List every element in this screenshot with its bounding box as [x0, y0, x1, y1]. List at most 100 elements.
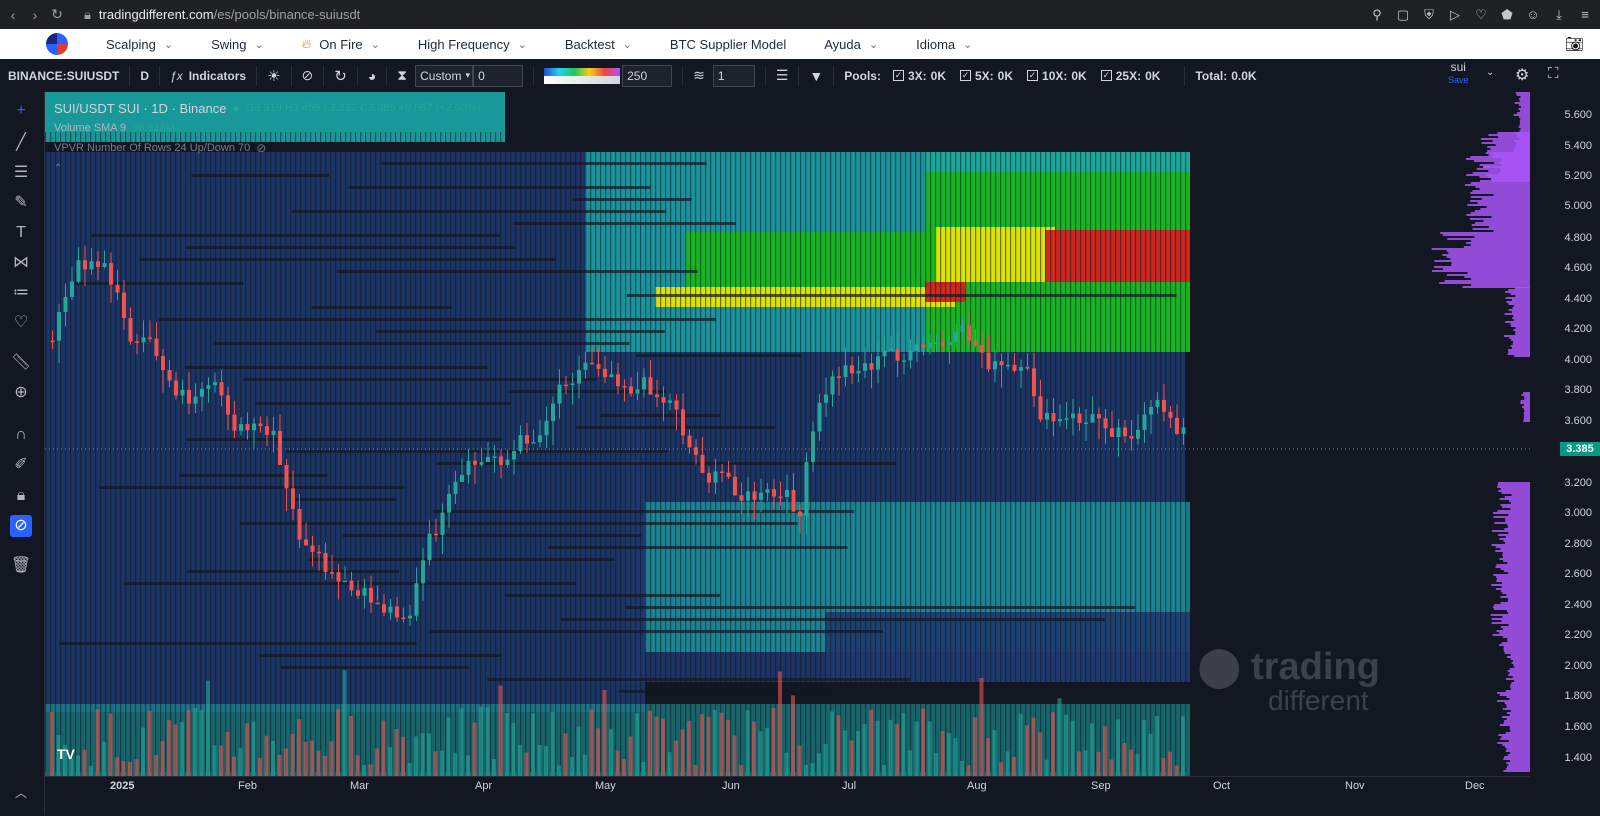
- volume-bar: [303, 741, 308, 776]
- play-icon[interactable]: ▷: [1448, 7, 1462, 23]
- layers-input[interactable]: 1: [712, 64, 755, 87]
- chart-pane[interactable]: ⬤ trading different TV: [45, 92, 1530, 776]
- volume-profile-bar: [1440, 232, 1530, 234]
- text-icon[interactable]: T: [10, 222, 32, 244]
- layout-menu[interactable]: sui Save: [1448, 61, 1469, 87]
- pool-3x-checkbox[interactable]: ✓ 3X: 0K: [892, 69, 946, 83]
- time-axis[interactable]: 2025 Feb Mar Apr May Jun Jul Aug Sep Oct Nov Dec: [45, 776, 1530, 816]
- pencil-lock-icon[interactable]: ✐: [10, 454, 32, 476]
- color-gradient-picker[interactable]: [544, 67, 621, 84]
- zoom-in-icon[interactable]: ⊕: [10, 382, 32, 404]
- pool-10x-checkbox[interactable]: ✓ 10X: 0K: [1027, 69, 1087, 83]
- horizontal-lines-icon[interactable]: ☰: [10, 162, 32, 184]
- camera-icon[interactable]: 📷︎: [1565, 35, 1584, 53]
- volume-bar: [238, 748, 243, 776]
- volume-bar: [1025, 725, 1029, 776]
- pool-5x-checkbox[interactable]: ✓ 5X: 0K: [959, 69, 1013, 83]
- sun-icon[interactable]: ☀: [267, 67, 280, 85]
- chevron-up-icon[interactable]: ︿: [10, 782, 32, 804]
- lock-icon[interactable]: 🔒︎: [10, 485, 32, 507]
- brush-icon[interactable]: ✎: [10, 192, 32, 214]
- volume-profile-bar: [1502, 556, 1530, 558]
- screenshot-icon[interactable]: ▢: [1396, 7, 1410, 23]
- chevron-down-icon: ⌄: [163, 38, 174, 51]
- site-logo[interactable]: [46, 33, 68, 55]
- menu-ayuda[interactable]: Ayuda ⌄: [824, 37, 878, 52]
- symbol-search[interactable]: BINANCE:SUIUSDT: [8, 69, 119, 83]
- gradient-value-input[interactable]: 250: [622, 64, 673, 87]
- volume-profile-bar: [1490, 152, 1530, 154]
- back-icon[interactable]: ‹: [4, 7, 22, 23]
- indicators-button[interactable]: ƒx Indicators: [170, 69, 246, 83]
- volume-profile-bar: [1514, 680, 1530, 682]
- eye-off-icon[interactable]: ⊘: [302, 67, 314, 84]
- volume-profile-bar: [1504, 496, 1530, 498]
- trash-icon[interactable]: 🗑︎: [10, 555, 32, 577]
- volume-profile-bar: [1446, 274, 1530, 276]
- menu-scalping[interactable]: Scalping ⌄: [106, 37, 173, 52]
- hide-drawings-icon[interactable]: ⊘: [10, 515, 32, 537]
- heatmap-gap: [1165, 132, 1167, 772]
- forecast-icon[interactable]: ≔: [10, 282, 32, 304]
- heatmap-gap: [830, 132, 832, 772]
- heatmap-gap: [255, 402, 511, 405]
- candle-body: [856, 370, 861, 374]
- candle-body: [271, 430, 276, 435]
- ruler-icon[interactable]: 📏︎: [10, 352, 32, 374]
- pool-25x-checkbox[interactable]: ✓ 25X: 0K: [1100, 69, 1160, 83]
- menu-icon[interactable]: ≡: [1578, 7, 1592, 22]
- magnet-icon[interactable]: ∩: [10, 424, 32, 446]
- volume-profile-bar: [1493, 574, 1530, 576]
- crosshair-icon[interactable]: +: [10, 100, 32, 122]
- price-axis[interactable]: 5.600 5.400 5.200 5.000 4.800 4.600 4.400 4.200…: [1530, 92, 1600, 776]
- menu-idioma[interactable]: Idioma ⌄: [916, 37, 972, 52]
- menu-backtest[interactable]: Backtest ⌄: [565, 37, 632, 52]
- refresh-icon[interactable]: ↻: [334, 67, 347, 85]
- heatmap-gap: [755, 132, 757, 772]
- collapse-legend-icon[interactable]: ⌃: [54, 163, 62, 174]
- account-icon[interactable]: ☺: [1526, 7, 1540, 22]
- pin-icon[interactable]: ⚲: [1370, 7, 1384, 23]
- candle-body: [1168, 411, 1173, 418]
- mode-select[interactable]: Custom ▾: [415, 64, 474, 87]
- chevron-down-icon[interactable]: ⌄: [1486, 67, 1494, 78]
- tradingview-logo[interactable]: TV: [57, 746, 75, 762]
- volume-bar: [316, 750, 321, 776]
- heatmap-gap: [910, 132, 912, 772]
- filter-icon[interactable]: ▼: [809, 68, 823, 84]
- heatmap-gap: [239, 522, 798, 525]
- extension-icon[interactable]: ⬟: [1500, 7, 1514, 23]
- vpvr-label[interactable]: VPVR Number Of Rows 24 Up/Down 70: [54, 142, 250, 154]
- heart-icon[interactable]: ♡: [1474, 7, 1488, 23]
- gear-icon[interactable]: ⚙: [1515, 65, 1529, 85]
- volume-bar: [1090, 723, 1094, 776]
- heatmap-gap: [1005, 132, 1007, 772]
- menu-high-frequency[interactable]: High Frequency ⌄: [418, 37, 527, 52]
- menu-on-fire[interactable]: 🔥︎ On Fire ⌄: [302, 36, 380, 52]
- align-icon[interactable]: ☰: [776, 67, 789, 84]
- volume-label[interactable]: Volume SMA 9: [54, 122, 126, 134]
- trend-line-icon[interactable]: ╱: [10, 132, 32, 154]
- shield-icon[interactable]: ⛨: [1422, 7, 1436, 23]
- fullscreen-icon[interactable]: ⛶: [1548, 65, 1559, 82]
- heart-icon[interactable]: ♡: [10, 312, 32, 334]
- volume-bar: [459, 708, 464, 776]
- interval-button[interactable]: D: [140, 69, 149, 83]
- volume-profile-bar: [1506, 610, 1530, 612]
- candle-body: [772, 489, 776, 497]
- symbol-title[interactable]: SUI/USDT SUI · 1D · Binance: [54, 101, 226, 116]
- volume-profile-bar: [1523, 392, 1530, 394]
- eye-off-icon[interactable]: ⊘: [256, 141, 266, 155]
- download-icon[interactable]: ⤓: [1552, 7, 1566, 23]
- menu-swing[interactable]: Swing ⌄: [211, 37, 264, 52]
- pattern-icon[interactable]: ⋈: [10, 252, 32, 274]
- candle-body: [908, 350, 913, 361]
- reload-icon[interactable]: ↻: [48, 6, 66, 23]
- menu-btc-supplier-model[interactable]: BTC Supplier Model: [670, 37, 786, 52]
- address-bar[interactable]: 🔒︎ tradingdifferent.com/es/pools/binance…: [84, 7, 360, 23]
- palette-icon[interactable]: ◕: [368, 68, 376, 84]
- heatmap-gap: [760, 132, 762, 772]
- volume-profile-bar: [1515, 295, 1530, 297]
- forward-icon[interactable]: ›: [26, 7, 44, 23]
- mode-value-input[interactable]: 0: [473, 64, 524, 87]
